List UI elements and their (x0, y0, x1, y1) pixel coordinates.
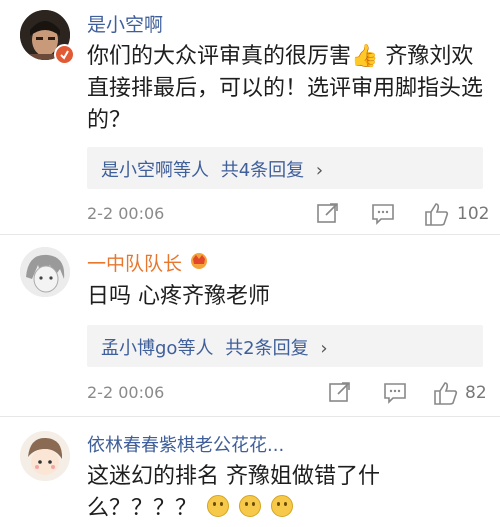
avatar[interactable] (20, 247, 70, 297)
avatar-anime (20, 247, 70, 297)
smile-emoji-icon (271, 495, 294, 517)
comment-icon[interactable] (382, 379, 412, 407)
verified-badge-icon (54, 44, 75, 65)
replies-preview[interactable]: 是小空啊等人 共4条回复 › (87, 147, 483, 189)
replies-users: 是小空啊等人 (101, 160, 209, 181)
comment-body-line-2: 么？？？？ (87, 493, 487, 525)
username[interactable]: 一中队队长 (87, 249, 182, 276)
replies-preview[interactable]: 孟小博go等人 共2条回复 › (87, 325, 483, 367)
comment-body: 你们的大众评审真的很厉害👍 齐豫刘欢直接排最后，可以的！选评审用脚指头选的？ (87, 44, 484, 133)
timestamp: 2-2 00:06 (87, 383, 165, 402)
share-icon[interactable] (327, 379, 357, 407)
smile-emoji-icon (239, 495, 262, 517)
comment-body: 日吗 心疼齐豫老师 (87, 284, 270, 309)
chevron-right-icon: › (320, 338, 328, 359)
comment-body-line-2-text: 么？？？？ (87, 496, 198, 521)
like-count: 102 (457, 204, 490, 224)
like-icon[interactable] (432, 379, 462, 407)
smile-emoji-icon (207, 495, 230, 517)
share-icon[interactable] (315, 200, 345, 228)
comment-3: 依林春春紫棋老公花花... 这迷幻的排名 齐豫姐做错了什 么？？？？ (0, 417, 500, 527)
username[interactable]: 是小空啊 (87, 10, 163, 37)
avatar-cartoon (20, 431, 70, 481)
comment-2: 一中队队长 日吗 心疼齐豫老师 孟小博go等人 共2条回复 › 2-2 00:0… (0, 235, 500, 413)
replies-count: 共4条回复 (220, 160, 305, 181)
comment-body-line-1: 这迷幻的排名 齐豫姐做错了什 (87, 464, 380, 489)
vip-crown-icon (188, 250, 210, 270)
chevron-right-icon: › (315, 160, 324, 181)
like-count: 82 (465, 383, 487, 403)
like-icon[interactable] (423, 200, 453, 228)
replies-users: 孟小博go等人 (101, 338, 214, 359)
comment-meta: 2-2 00:06 102 (87, 200, 490, 230)
replies-count: 共2条回复 (225, 338, 309, 359)
comment-meta: 2-2 00:06 82 (87, 379, 487, 409)
avatar[interactable] (20, 431, 70, 481)
timestamp: 2-2 00:06 (87, 204, 165, 223)
comment-body: 这迷幻的排名 齐豫姐做错了什 么？？？？ (87, 461, 487, 525)
comment-1: 是小空啊 你们的大众评审真的很厉害👍 齐豫刘欢直接排最后，可以的！选评审用脚指头… (0, 0, 500, 232)
username[interactable]: 依林春春紫棋老公花花... (87, 431, 284, 457)
comment-icon[interactable] (370, 200, 400, 228)
